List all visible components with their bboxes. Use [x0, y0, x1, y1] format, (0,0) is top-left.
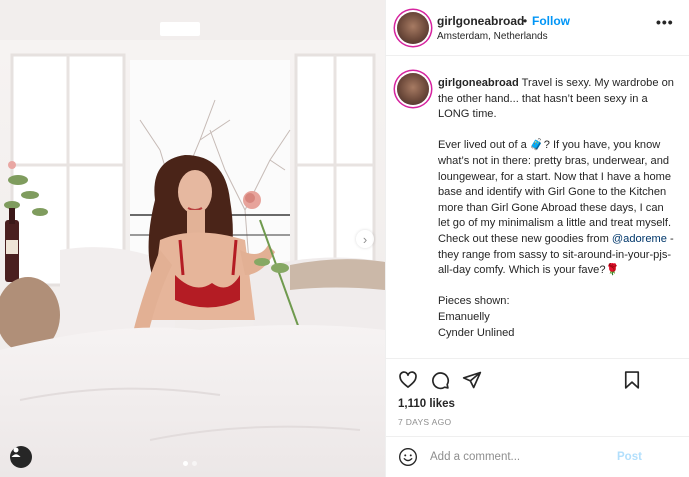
carousel-indicator — [183, 461, 197, 466]
comment-icon[interactable] — [430, 370, 450, 390]
tagged-users-button[interactable] — [10, 446, 32, 468]
caption-text: Travel is sexy. My wardrobe on the other… — [438, 77, 674, 245]
caption-text-continued: - they range from sassy to sit-around-in… — [438, 232, 674, 339]
bookmark-icon[interactable] — [622, 370, 642, 390]
likes-count[interactable]: 1,110 likes — [398, 398, 455, 410]
post-button[interactable]: Post — [617, 451, 642, 463]
emoji-icon[interactable] — [398, 447, 418, 467]
carousel-dot — [183, 461, 188, 466]
avatar[interactable] — [397, 73, 429, 105]
location-link[interactable]: Amsterdam, Netherlands — [437, 31, 548, 42]
next-photo-button[interactable]: › — [356, 230, 374, 248]
post-details-panel: girlgoneabroad • Follow Amsterdam, Nethe… — [385, 0, 689, 477]
post-timestamp[interactable]: 7 DAYS AGO — [398, 417, 451, 427]
avatar[interactable] — [397, 12, 429, 44]
chevron-right-icon: › — [362, 231, 368, 247]
post-photo[interactable]: › — [0, 0, 385, 477]
comments-area[interactable]: girlgoneabroad Travel is sexy. My wardro… — [386, 57, 689, 356]
mention-link[interactable]: @adoreme — [612, 233, 667, 245]
post-header: girlgoneabroad • Follow Amsterdam, Nethe… — [386, 0, 689, 56]
follow-button[interactable]: Follow — [532, 14, 570, 28]
heart-icon[interactable] — [398, 370, 418, 390]
photo-illustration — [0, 0, 385, 477]
carousel-dot — [192, 461, 197, 466]
comment-input[interactable] — [430, 448, 630, 466]
caption-username[interactable]: girlgoneabroad — [438, 77, 519, 89]
more-options-icon[interactable]: ••• — [656, 14, 674, 30]
post-caption: girlgoneabroad Travel is sexy. My wardro… — [438, 76, 678, 341]
add-comment-bar: Post — [386, 436, 689, 477]
author-username[interactable]: girlgoneabroad — [437, 14, 524, 28]
user-icon — [11, 447, 21, 457]
separator-dot: • — [523, 14, 528, 28]
share-icon[interactable] — [462, 370, 482, 390]
